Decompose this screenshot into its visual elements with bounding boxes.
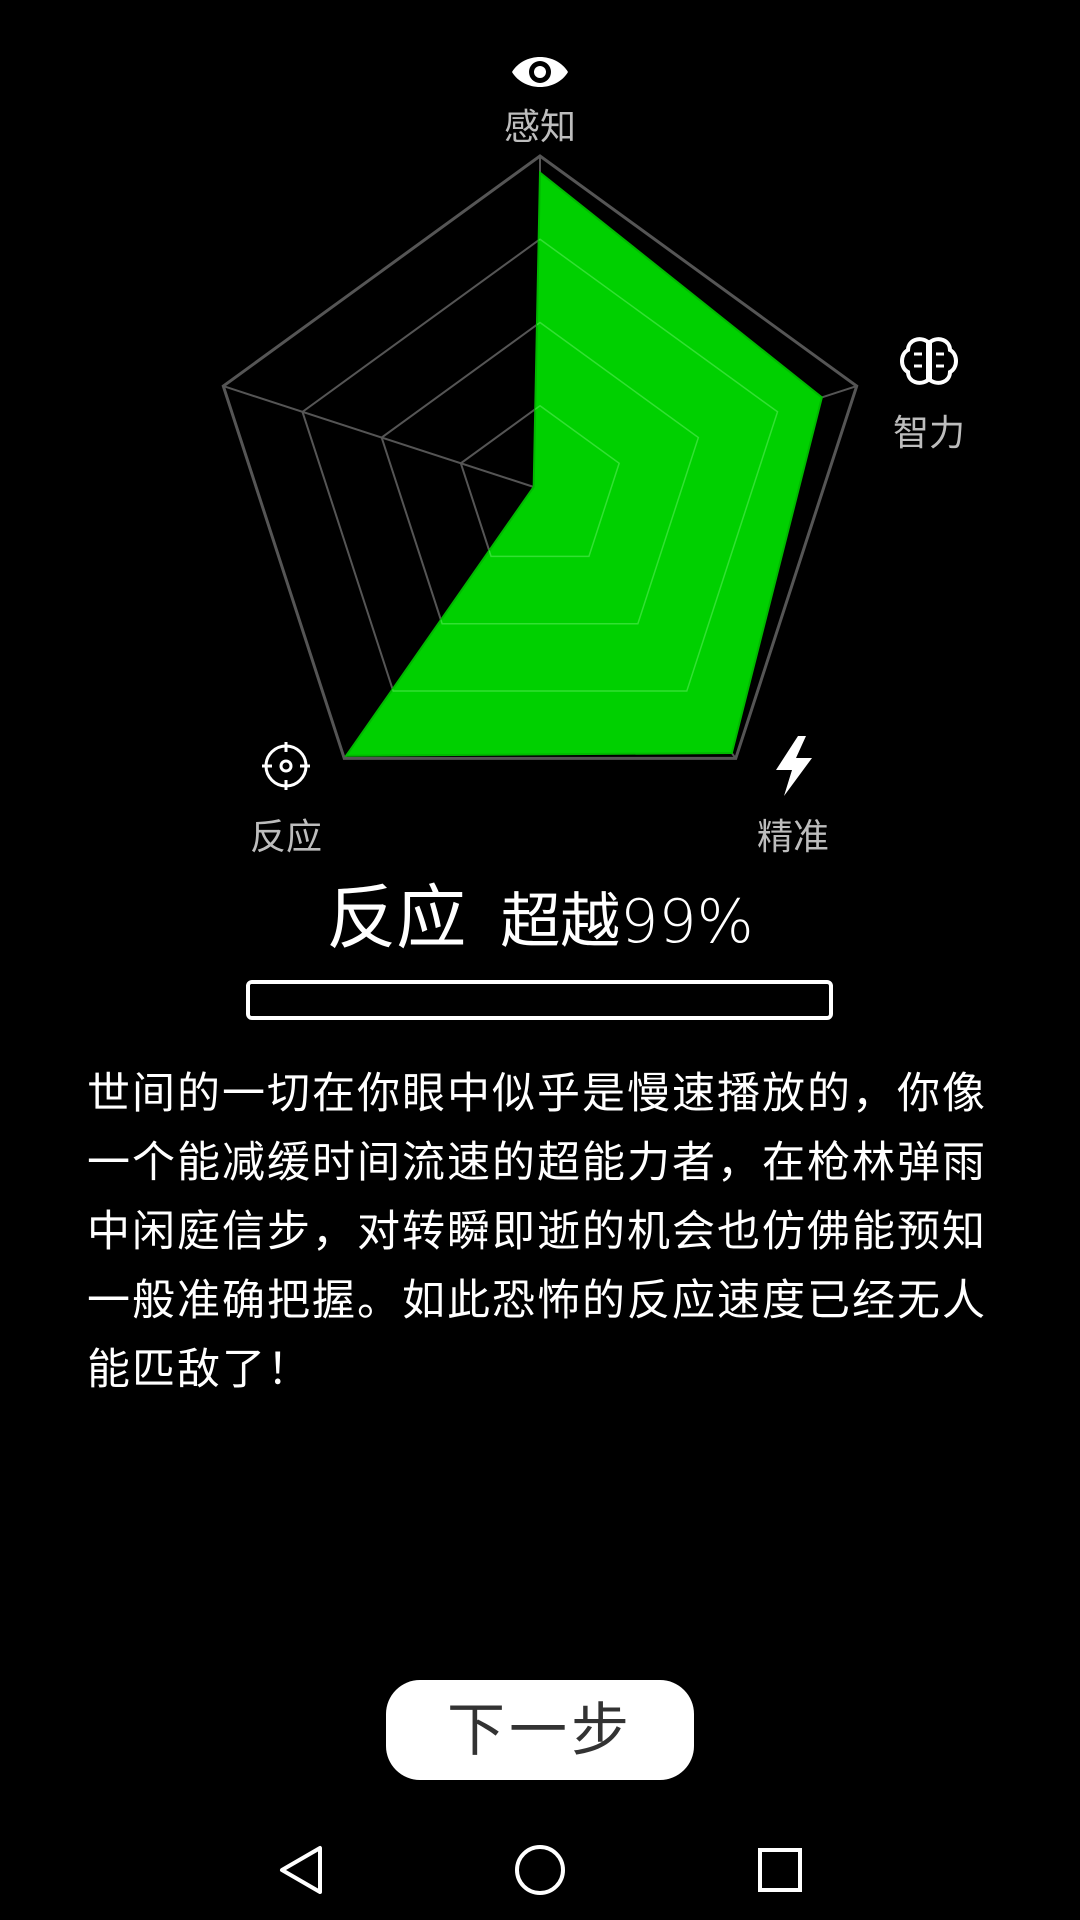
result-exceed-text: 超越99%: [500, 887, 754, 957]
target-icon: [262, 742, 310, 790]
result-headline: 反应 超越99%: [0, 862, 1080, 963]
axis-label-precision: 精准: [756, 817, 829, 858]
back-icon[interactable]: [262, 1830, 342, 1910]
lightning-icon: [776, 736, 812, 796]
result-progress-bar: [246, 980, 833, 1020]
eye-icon: [512, 57, 568, 87]
radar-data-area: [344, 170, 823, 757]
recents-icon[interactable]: [740, 1830, 820, 1910]
axis-label-perception: 感知: [503, 107, 576, 148]
home-icon[interactable]: [500, 1830, 580, 1910]
next-step-button[interactable]: 下一步: [386, 1680, 694, 1780]
brain-icon: [900, 337, 958, 385]
radar-spoke: [222, 385, 541, 490]
result-progress-fill: [250, 984, 824, 1016]
axis-label-intelligence: 智力: [892, 413, 965, 454]
axis-label-reaction: 反应: [249, 817, 322, 858]
result-attribute: 反应: [326, 877, 467, 959]
result-description: 世间的一切在你眼中似乎是慢速播放的，你像一个能减缓时间流速的超能力者，在枪林弹雨…: [87, 1069, 987, 1395]
